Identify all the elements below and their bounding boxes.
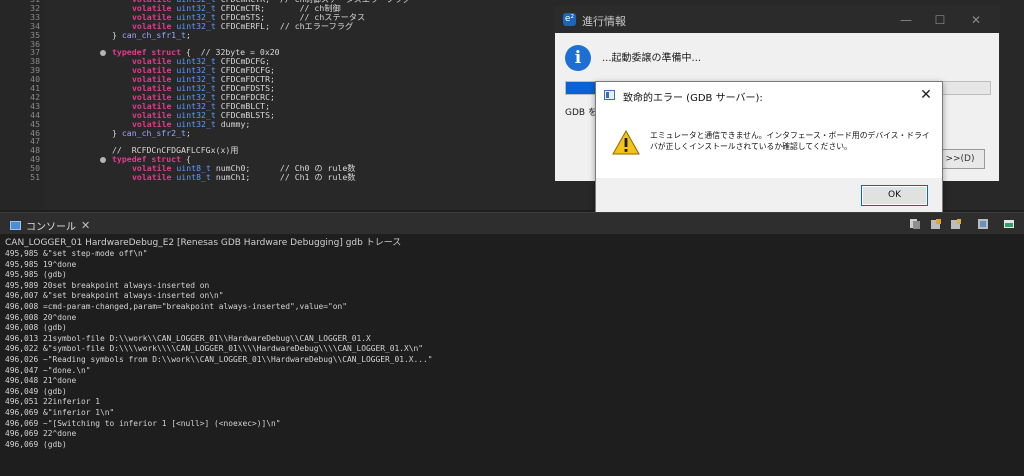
code-text: volatile uint8_t numCh1; // Ch1 の rule数 [132, 173, 355, 182]
console-tab-label: コンソール [26, 221, 76, 233]
minimize-button[interactable]: — [893, 10, 919, 30]
code-line: 39 volatile uint32_t CFDCmFDCFG; [0, 66, 560, 75]
window-app-icon [604, 90, 615, 100]
console-log-line: 496,026 ~"Reading symbols from D:\\work\… [5, 355, 433, 364]
console-log-line: 496,008 (gdb) [5, 323, 67, 333]
console-subtitle: CAN_LOGGER_01 HardwareDebug_E2 [Renesas … [5, 238, 402, 248]
console-log-line: 496,049 (gdb) [5, 386, 67, 396]
console-log-line: 496,048 21^done [5, 376, 77, 386]
console-log-line: 496,008 20^done [5, 312, 77, 322]
fatal-error-dialog: 致命的エラー (GDB サーバー): ✕ エミュレータと通信できません。インタフ… [595, 81, 943, 213]
code-line: 45 volatile uint32_t dummy; [0, 118, 560, 129]
e2-studio-icon: e² [563, 13, 576, 26]
pin-console-icon[interactable] [977, 218, 989, 230]
error-dialog-close-button[interactable]: ✕ [916, 85, 936, 105]
code-line: 41 volatile uint32_t CFDCmFDSTS; [0, 84, 560, 93]
console-output[interactable]: 495,985 &"set step-mode off\n" 495,985 19… [0, 248, 1024, 476]
error-dialog-title: 致命的エラー (GDB サーバー): [623, 93, 763, 104]
error-dialog-footer: OK [596, 178, 942, 213]
error-message: エミュレータと通信できません。インタフェース・ボード用のデバイス・ドライバが正し… [650, 131, 930, 151]
tab-console[interactable]: コンソール ✕ [4, 215, 96, 235]
code-token: // Ch1 の rule数 [279, 172, 356, 182]
code-token: ; [185, 29, 191, 40]
code-line: 34 volatile uint32_t CFDCmERFL; // chエラーフ… [0, 20, 560, 31]
code-line: 38 volatile uint32_t CFDCmDCFG; [0, 57, 560, 66]
console-log-line: 496,013 21symbol-file D:\\work\\CAN_LOGG… [5, 333, 371, 343]
line-number: 51 [30, 172, 40, 182]
code-token: } [112, 29, 122, 40]
scroll-lock-icon[interactable] [950, 218, 962, 230]
close-button[interactable]: ✕ [963, 10, 989, 30]
console-log-line: 496,051 22inferior 1 [5, 397, 101, 407]
code-line: 44 volatile uint32_t CFDCmBLSTS; [0, 110, 560, 120]
copy-icon[interactable] [909, 218, 921, 230]
console-log-line: 496,022 &"symbol-file D:\\\\work\\\\CAN_… [5, 344, 424, 354]
maximize-button[interactable]: ☐ [927, 10, 953, 30]
code-line: 42 volatile uint32_t CFDCmFDCRC; [0, 92, 560, 102]
progress-detail: GDB を [565, 108, 597, 118]
console-log-line: 496,008 =cmd-param-changed,param="breakp… [5, 302, 348, 311]
console-tabbar: コンソール ✕ [0, 212, 1024, 234]
code-token: uint8_t [176, 172, 211, 182]
code-line: 46} can_ch_sfr2_t; [0, 127, 560, 138]
code-token: can_ch_sfr2_t [121, 127, 186, 138]
console-icon [10, 220, 21, 230]
console-log-line: 496,069 &"inferior 1\n" [5, 408, 115, 417]
code-token: // chエラーフラグ [279, 20, 354, 31]
code-text: } can_ch_sfr2_t; [112, 127, 191, 138]
code-line: 48// RCFDCnCFDGAFLCFGx(x)用 [0, 146, 560, 155]
console-log-line: 496,069 (gdb) [5, 439, 67, 449]
warning-icon [612, 130, 640, 155]
code-token: dummy; [215, 118, 251, 129]
console-tab-close-icon[interactable]: ✕ [81, 219, 90, 232]
code-token: numCh1; [210, 172, 280, 182]
code-text: } can_ch_sfr1_t; [112, 29, 191, 40]
clear-console-icon[interactable] [930, 218, 942, 230]
ok-button[interactable]: OK [861, 185, 928, 206]
code-line: 36 [0, 39, 560, 49]
console-log-line: 495,985 &"set step-mode off\n" [5, 249, 148, 258]
code-line: 43 volatile uint32_t CFDCmBLCT; [0, 101, 560, 111]
code-line: 47 [0, 137, 560, 146]
progress-titlebar[interactable]: e² 進行情報 — ☐ ✕ [555, 7, 999, 33]
console-log-line: 495,985 19^done [5, 259, 77, 269]
code-line: 51 volatile uint8_t numCh1; // Ch1 の rule… [0, 173, 560, 182]
error-dialog-titlebar[interactable]: 致命的エラー (GDB サーバー): ✕ [596, 82, 942, 108]
progress-window-title: 進行情報 [582, 15, 626, 28]
code-line: 37 typedef struct { // 32byte = 0x20 [0, 48, 560, 57]
console-log-line: 495,989 20set breakpoint always-inserted… [5, 280, 210, 290]
console-log-line: 496,007 &"set breakpoint always-inserted… [5, 291, 224, 301]
code-token: CFDCmERFL; [215, 20, 280, 31]
code-token: volatile [132, 172, 172, 182]
code-token: } [112, 127, 122, 138]
console-log-line: 496,069 22^done [5, 429, 77, 439]
info-icon: i [565, 45, 591, 71]
code-token: ; [185, 127, 191, 138]
code-token: can_ch_sfr1_t [121, 29, 186, 40]
fold-toggle-icon[interactable] [100, 50, 106, 57]
console-log-line: 496,047 ~"done.\n" [5, 365, 91, 375]
fold-toggle-icon[interactable] [100, 157, 106, 164]
console-log-line: 496,069 ~"[Switching to inferior 1 [<nul… [5, 418, 281, 428]
error-dialog-body: エミュレータと通信できません。インタフェース・ボード用のデバイス・ドライバが正し… [596, 108, 942, 178]
code-line: 35} can_ch_sfr1_t; [0, 29, 560, 40]
code-line: 40 volatile uint32_t CFDCmFDCTR; [0, 75, 560, 84]
display-console-icon[interactable] [1003, 218, 1015, 230]
progress-message: ...起動委譲の準備中... [602, 53, 702, 64]
console-log-line: 495,985 (gdb) [5, 270, 67, 280]
